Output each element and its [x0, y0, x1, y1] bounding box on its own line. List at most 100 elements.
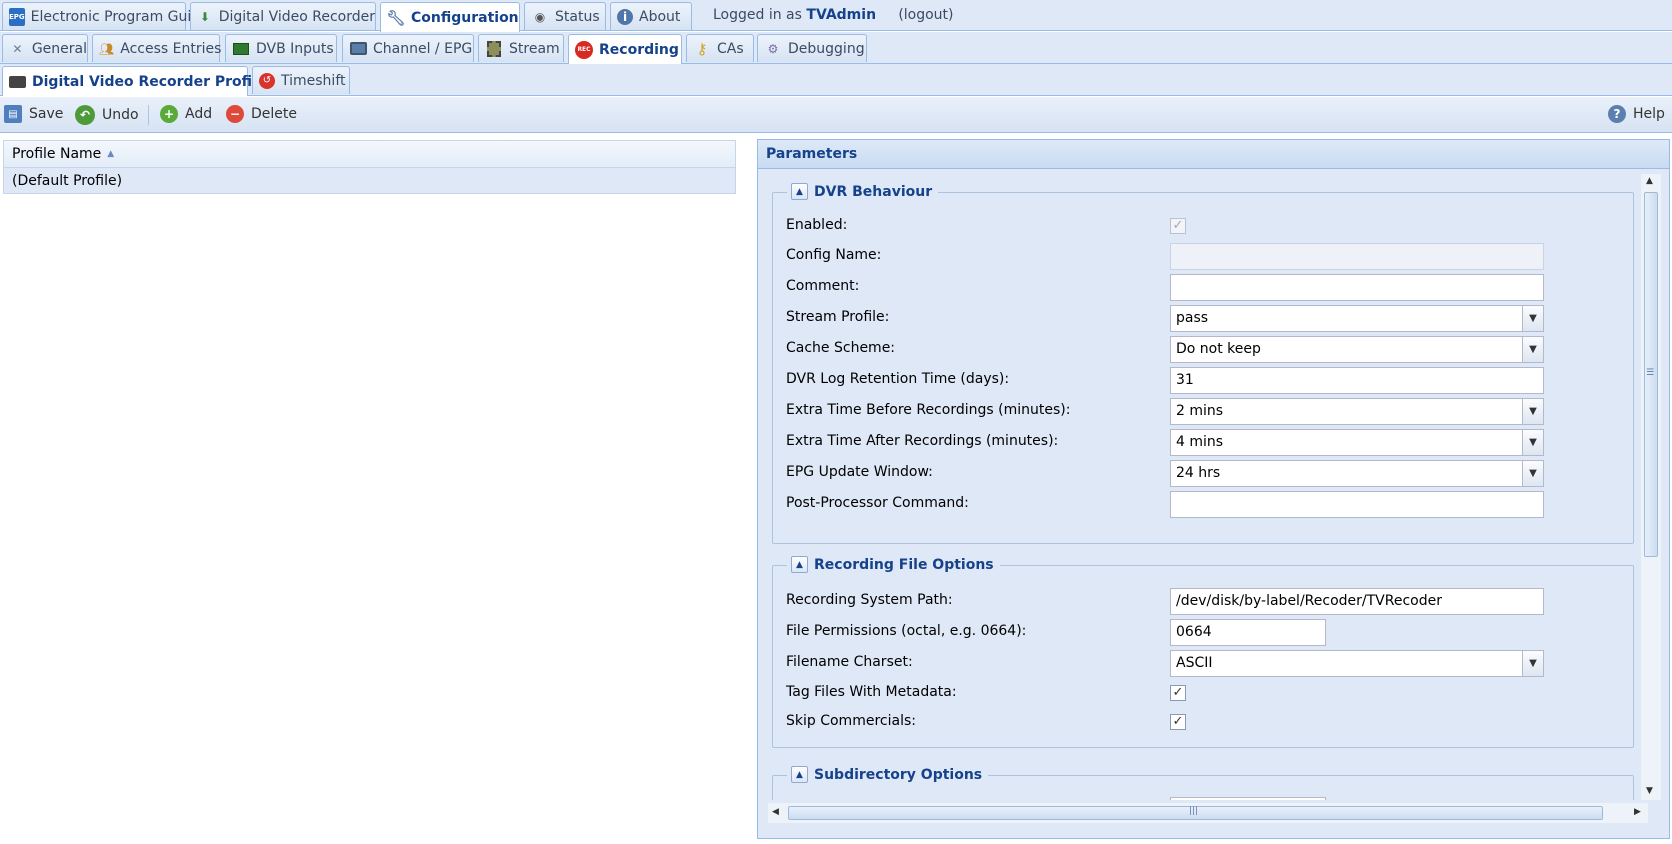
skip-commercials-row: Skip Commercials: ✓ — [786, 709, 1626, 737]
tab-cas[interactable]: ⚷ CAs — [686, 34, 754, 62]
main-tab-bar: EPG Electronic Program Guide ⬇ Digital V… — [0, 0, 1672, 32]
undo-label: Undo — [102, 107, 139, 123]
save-button[interactable]: ▤ Save — [4, 105, 63, 123]
tv-icon — [349, 40, 367, 58]
enabled-label: Enabled: — [786, 217, 848, 233]
add-button[interactable]: + Add — [160, 105, 212, 123]
enabled-checkbox[interactable]: ✓ — [1170, 218, 1186, 234]
save-icon: ▤ — [4, 105, 22, 123]
tab-label: Access Entries — [120, 40, 222, 57]
config-name-row: Config Name: — [786, 243, 1626, 271]
cache-scheme-label: Cache Scheme: — [786, 340, 896, 356]
chevron-down-icon[interactable]: ▼ — [1522, 337, 1543, 362]
extra-after-select[interactable]: 4 mins ▼ — [1170, 429, 1544, 456]
grid-header-profile-name[interactable]: Profile Name ▲ — [3, 140, 736, 168]
tab-label: Timeshift — [281, 72, 346, 89]
tab-electronic-program-guide[interactable]: EPG Electronic Program Guide — [2, 2, 209, 30]
epg-window-label: EPG Update Window: — [786, 464, 933, 480]
comment-label: Comment: — [786, 278, 860, 294]
tab-digital-video-recorder[interactable]: ⬇ Digital Video Recorder — [190, 2, 376, 30]
delete-button[interactable]: − Delete — [226, 105, 297, 123]
subdir-input[interactable] — [1170, 797, 1326, 800]
config-name-input[interactable] — [1170, 243, 1544, 270]
tab-stream[interactable]: Stream — [478, 34, 564, 62]
config-tab-bar: ✕ General 👥︎ Access Entries DVB Inputs C… — [0, 32, 1672, 64]
tab-access-entries[interactable]: 👥︎ Access Entries — [92, 34, 222, 62]
tag-metadata-row: Tag Files With Metadata: ✓ — [786, 680, 1626, 708]
log-retention-input[interactable]: 31 — [1170, 367, 1544, 394]
legend-label: Subdirectory Options — [814, 766, 983, 783]
tab-dvb-inputs[interactable]: DVB Inputs — [225, 34, 337, 62]
vertical-scroll-thumb[interactable]: ☰ — [1644, 192, 1658, 557]
tab-label: About — [639, 8, 681, 25]
log-retention-row: DVR Log Retention Time (days): 31 — [786, 367, 1626, 395]
collapse-icon[interactable]: ▲ — [791, 183, 808, 200]
permissions-label: File Permissions (octal, e.g. 0664): — [786, 623, 1027, 639]
tab-about[interactable]: i About — [610, 2, 692, 30]
add-icon: + — [160, 105, 178, 123]
cache-scheme-select[interactable]: Do not keep ▼ — [1170, 336, 1544, 363]
collapse-icon[interactable]: ▲ — [791, 556, 808, 573]
tag-metadata-checkbox[interactable]: ✓ — [1170, 685, 1186, 701]
permissions-row: File Permissions (octal, e.g. 0664): 066… — [786, 619, 1626, 647]
logout-link[interactable]: (logout) — [898, 7, 953, 23]
cache-scheme-row: Cache Scheme: Do not keep ▼ — [786, 336, 1626, 364]
enabled-row: Enabled: ✓ — [786, 213, 1626, 241]
add-label: Add — [185, 106, 213, 122]
subdir-options-fieldset: ▲ Subdirectory Options — [772, 766, 1634, 800]
tab-label: Electronic Program Guide — [30, 8, 209, 25]
parameters-form: ▲ DVR Behaviour Enabled: ✓ Config Name: … — [758, 170, 1651, 800]
log-retention-label: DVR Log Retention Time (days): — [786, 371, 1010, 387]
undo-button[interactable]: ↶ Undo — [75, 105, 139, 125]
path-label: Recording System Path: — [786, 592, 953, 608]
tab-label: Recording — [599, 41, 679, 58]
help-label: Help — [1633, 106, 1665, 122]
scroll-right-icon[interactable]: ▶ — [1634, 807, 1641, 817]
path-row: Recording System Path: /dev/disk/by-labe… — [786, 588, 1626, 616]
tab-recording[interactable]: REC Recording — [568, 34, 682, 64]
toolbar: ▤ Save ↶ Undo + Add − Delete ? Help — [0, 97, 1672, 133]
charset-select[interactable]: ASCII ▼ — [1170, 650, 1544, 677]
profiles-grid: Profile Name ▲ (Default Profile) — [3, 140, 736, 194]
key-icon: ⚷ — [696, 39, 708, 58]
post-processor-input[interactable] — [1170, 491, 1544, 518]
chevron-down-icon[interactable]: ▼ — [1522, 306, 1543, 331]
help-button[interactable]: ? Help — [1608, 105, 1665, 123]
path-input[interactable]: /dev/disk/by-label/Recoder/TVRecoder — [1170, 588, 1544, 615]
chevron-down-icon[interactable]: ▼ — [1522, 430, 1543, 455]
chevron-down-icon[interactable]: ▼ — [1522, 651, 1543, 676]
scroll-left-icon[interactable]: ◀ — [772, 807, 779, 817]
stream-profile-row: Stream Profile: pass ▼ — [786, 305, 1626, 333]
tab-dvr-profiles[interactable]: Digital Video Recorder Profiles — [2, 66, 275, 96]
file-options-fieldset: ▲ Recording File Options Recording Syste… — [772, 556, 1634, 748]
film-icon — [485, 40, 503, 58]
horizontal-scroll-thumb[interactable]: ||| — [788, 806, 1603, 820]
tab-timeshift[interactable]: ↺ Timeshift — [252, 66, 350, 94]
wrench-icon: 🔧︎ — [386, 8, 406, 27]
tab-channel-epg[interactable]: Channel / EPG — [342, 34, 474, 62]
tab-label: Debugging — [788, 40, 865, 57]
permissions-input[interactable]: 0664 — [1170, 619, 1326, 646]
toolbar-separator — [148, 105, 149, 125]
scroll-down-icon[interactable]: ▼ — [1646, 786, 1653, 796]
tab-label: CAs — [717, 40, 744, 57]
chevron-down-icon[interactable]: ▼ — [1522, 399, 1543, 424]
tab-configuration[interactable]: 🔧︎ Configuration — [380, 2, 520, 32]
tab-debugging[interactable]: ⚙ Debugging — [757, 34, 867, 62]
tab-status[interactable]: ◉ Status — [524, 2, 606, 30]
charset-label: Filename Charset: — [786, 654, 913, 670]
eye-icon: ◉ — [534, 9, 546, 24]
extra-before-select[interactable]: 2 mins ▼ — [1170, 398, 1544, 425]
tab-label: Stream — [509, 40, 560, 57]
horizontal-scrollbar[interactable]: ◀ ||| ▶ — [768, 803, 1648, 823]
vertical-scrollbar[interactable]: ▲ ☰ ▼ — [1641, 174, 1661, 800]
scroll-up-icon[interactable]: ▲ — [1646, 176, 1653, 186]
collapse-icon[interactable]: ▲ — [791, 766, 808, 783]
epg-window-select[interactable]: 24 hrs ▼ — [1170, 460, 1544, 487]
chevron-down-icon[interactable]: ▼ — [1522, 461, 1543, 486]
tab-general[interactable]: ✕ General — [2, 34, 88, 62]
stream-profile-select[interactable]: pass ▼ — [1170, 305, 1544, 332]
table-row[interactable]: (Default Profile) — [3, 168, 736, 194]
comment-input[interactable] — [1170, 274, 1544, 301]
skip-commercials-checkbox[interactable]: ✓ — [1170, 714, 1186, 730]
